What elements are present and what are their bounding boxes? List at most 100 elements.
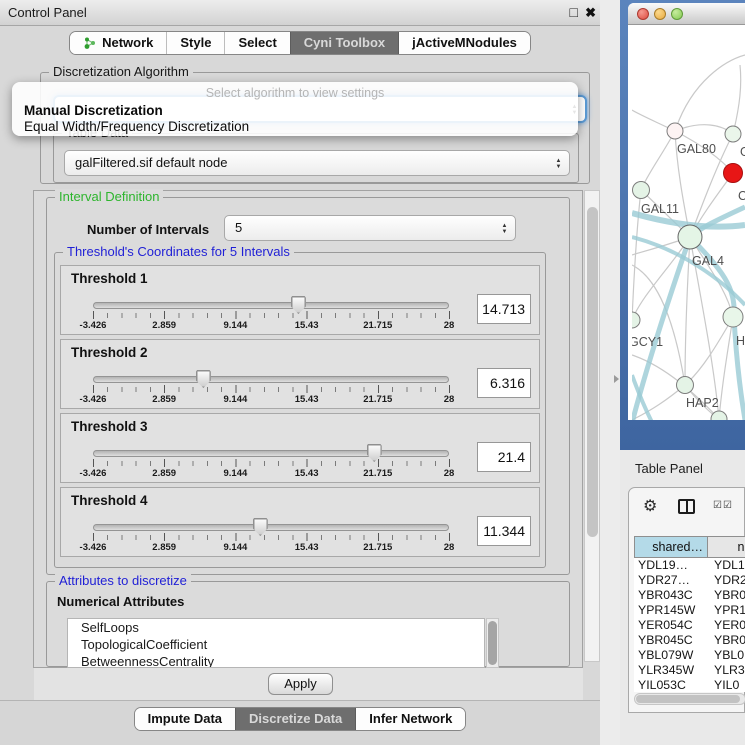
node-gal80[interactable] [667, 123, 683, 139]
table-row[interactable]: YER054CYER0 [634, 618, 745, 633]
threshold-3-value-field[interactable]: 21.4 [477, 442, 531, 472]
settings-panel: Interval Definition Number of Intervals … [33, 190, 583, 668]
table-row[interactable]: YLR345WYLR3 [634, 663, 745, 678]
combo-value: galFiltered.sif default node [75, 155, 227, 170]
dropdown-option-equal-width[interactable]: Equal Width/Frequency Discretization [24, 119, 249, 134]
table-horizontal-scrollbar[interactable] [634, 693, 745, 705]
node-top-right[interactable] [725, 126, 741, 142]
table-cell: YDR2 [708, 573, 745, 588]
slider-major-ticks [93, 385, 450, 393]
scale-label: 15.43 [295, 542, 319, 553]
tab-infer-network[interactable]: Infer Network [355, 708, 465, 730]
slider-track[interactable] [93, 376, 449, 383]
scale-label: 2.859 [152, 542, 176, 553]
panel-divider[interactable] [600, 0, 620, 745]
group-title: Discretization Algorithm [49, 64, 193, 79]
table-row[interactable]: YDR27…YDR2 [634, 573, 745, 588]
attribute-list-item[interactable]: SelfLoops [68, 619, 484, 636]
node-h[interactable] [723, 307, 743, 327]
attributes-list-scrollbar[interactable] [486, 618, 499, 668]
scrollbar-thumb[interactable] [488, 621, 497, 665]
tab-network[interactable]: Network [70, 32, 166, 54]
attribute-list-item[interactable]: BetweennessCentrality [68, 653, 484, 668]
split-panel-icon[interactable] [678, 499, 695, 514]
node-hap2[interactable] [677, 377, 694, 394]
node-selected-red[interactable] [724, 164, 743, 183]
table-rows: YDL19…YDL1YDR27…YDR2YBR043CYBR0YPR145WYP… [634, 558, 745, 692]
slider-track[interactable] [93, 524, 449, 531]
threshold-3-slider[interactable]: -3.4262.8599.14415.4321.71528 [93, 444, 449, 482]
attribute-list-item[interactable]: TopologicalCoefficient [68, 636, 484, 653]
network-canvas[interactable]: GAL80 GA C GAL11 GAL4 GCY1 H HAP2 [632, 25, 745, 420]
table-cell: YPR1 [708, 603, 745, 618]
table-row[interactable]: YIL053CYIL0 [634, 678, 745, 692]
slider-major-ticks [93, 311, 450, 319]
threshold-1-value-field[interactable]: 14.713 [477, 294, 531, 324]
network-window-titlebar[interactable] [628, 3, 745, 25]
table-cell: YBR045C [634, 633, 708, 648]
table-cell: YBR043C [634, 588, 708, 603]
close-icon[interactable]: ✖ [585, 5, 596, 21]
float-window-icon[interactable]: □ [570, 4, 578, 20]
window-minimize-button[interactable] [654, 8, 666, 20]
apply-button[interactable]: Apply [268, 673, 333, 695]
group-title: Interval Definition [55, 189, 163, 204]
tab-select[interactable]: Select [224, 32, 289, 54]
table-cell: YBL0 [708, 648, 745, 663]
table-row[interactable]: YPR145WYPR1 [634, 603, 745, 618]
window-zoom-button[interactable] [671, 8, 683, 20]
slider-track[interactable] [93, 302, 449, 309]
apply-row: Apply [34, 668, 583, 700]
column-header-shared-name[interactable]: shared… [634, 536, 708, 558]
node-gal4[interactable] [678, 225, 702, 249]
tab-label: jActiveMNodules [412, 32, 517, 54]
slider-track[interactable] [93, 450, 449, 457]
threshold-2-value-field[interactable]: 6.316 [477, 368, 531, 398]
threshold-1-slider[interactable]: -3.4262.8599.14415.4321.71528 [93, 296, 449, 334]
scale-label: 28 [444, 320, 455, 331]
tab-label: Infer Network [369, 708, 452, 730]
node-gcy1[interactable] [632, 312, 640, 328]
table-cell: YER054C [634, 618, 708, 633]
node-gal11[interactable] [633, 182, 650, 199]
attributes-to-discretize-group: Attributes to discretize Numerical Attri… [46, 581, 570, 667]
table-row[interactable]: YBR043CYBR0 [634, 588, 745, 603]
table-row[interactable]: YBL079WYBL0 [634, 648, 745, 663]
threshold-2-slider[interactable]: -3.4262.8599.14415.4321.71528 [93, 370, 449, 408]
tab-label: Impute Data [148, 708, 222, 730]
settings-vertical-scrollbar[interactable] [584, 190, 600, 662]
table-cell: YPR145W [634, 603, 708, 618]
tab-label: Cyni Toolbox [304, 32, 385, 54]
dropdown-option-manual-discretization[interactable]: Manual Discretization [24, 103, 163, 118]
gear-icon[interactable]: ⚙ [643, 496, 657, 516]
number-of-intervals-combobox[interactable]: 5 ▲▼ [224, 215, 516, 241]
tab-jactivemnodules[interactable]: jActiveMNodules [398, 32, 530, 54]
column-header-name[interactable]: na [708, 536, 745, 558]
control-panel-titlebar: Control Panel □ ✖ [0, 0, 600, 26]
network-window: GAL80 GA C GAL11 GAL4 GCY1 H HAP2 [628, 3, 745, 420]
scrollbar-thumb[interactable] [587, 207, 598, 537]
threshold-1-row: Threshold 1 -3.4262.8599.14415.4321.7152… [60, 265, 540, 335]
window-close-button[interactable] [637, 8, 649, 20]
tab-impute-data[interactable]: Impute Data [135, 708, 235, 730]
table-cell: YDL1 [708, 558, 745, 573]
table-row[interactable]: YBR045CYBR0 [634, 633, 745, 648]
tab-style[interactable]: Style [166, 32, 224, 54]
select-columns-icon[interactable]: ☑☑ [713, 500, 733, 511]
scale-label: 2.859 [152, 394, 176, 405]
threshold-label: Threshold 2 [71, 345, 148, 360]
tab-discretize-data[interactable]: Discretize Data [235, 708, 355, 730]
table-row[interactable]: YDL19…YDL1 [634, 558, 745, 573]
threshold-4-value-field[interactable]: 11.344 [477, 516, 531, 546]
tab-label: Network [102, 32, 153, 54]
algorithm-dropdown-popup: Select algorithm to view settings Manual… [12, 82, 578, 136]
table-data-combobox[interactable]: galFiltered.sif default node ▲▼ [64, 150, 570, 176]
scrollbar-thumb[interactable] [636, 695, 740, 703]
threshold-4-slider[interactable]: -3.4262.8599.14415.4321.71528 [93, 518, 449, 556]
scale-label: 28 [444, 542, 455, 553]
scale-label: 2.859 [152, 468, 176, 479]
scale-label: -3.426 [80, 394, 107, 405]
node-label: GAL4 [692, 254, 724, 268]
tab-cyni-toolbox[interactable]: Cyni Toolbox [290, 32, 398, 54]
table-cell: YBR0 [708, 633, 745, 648]
